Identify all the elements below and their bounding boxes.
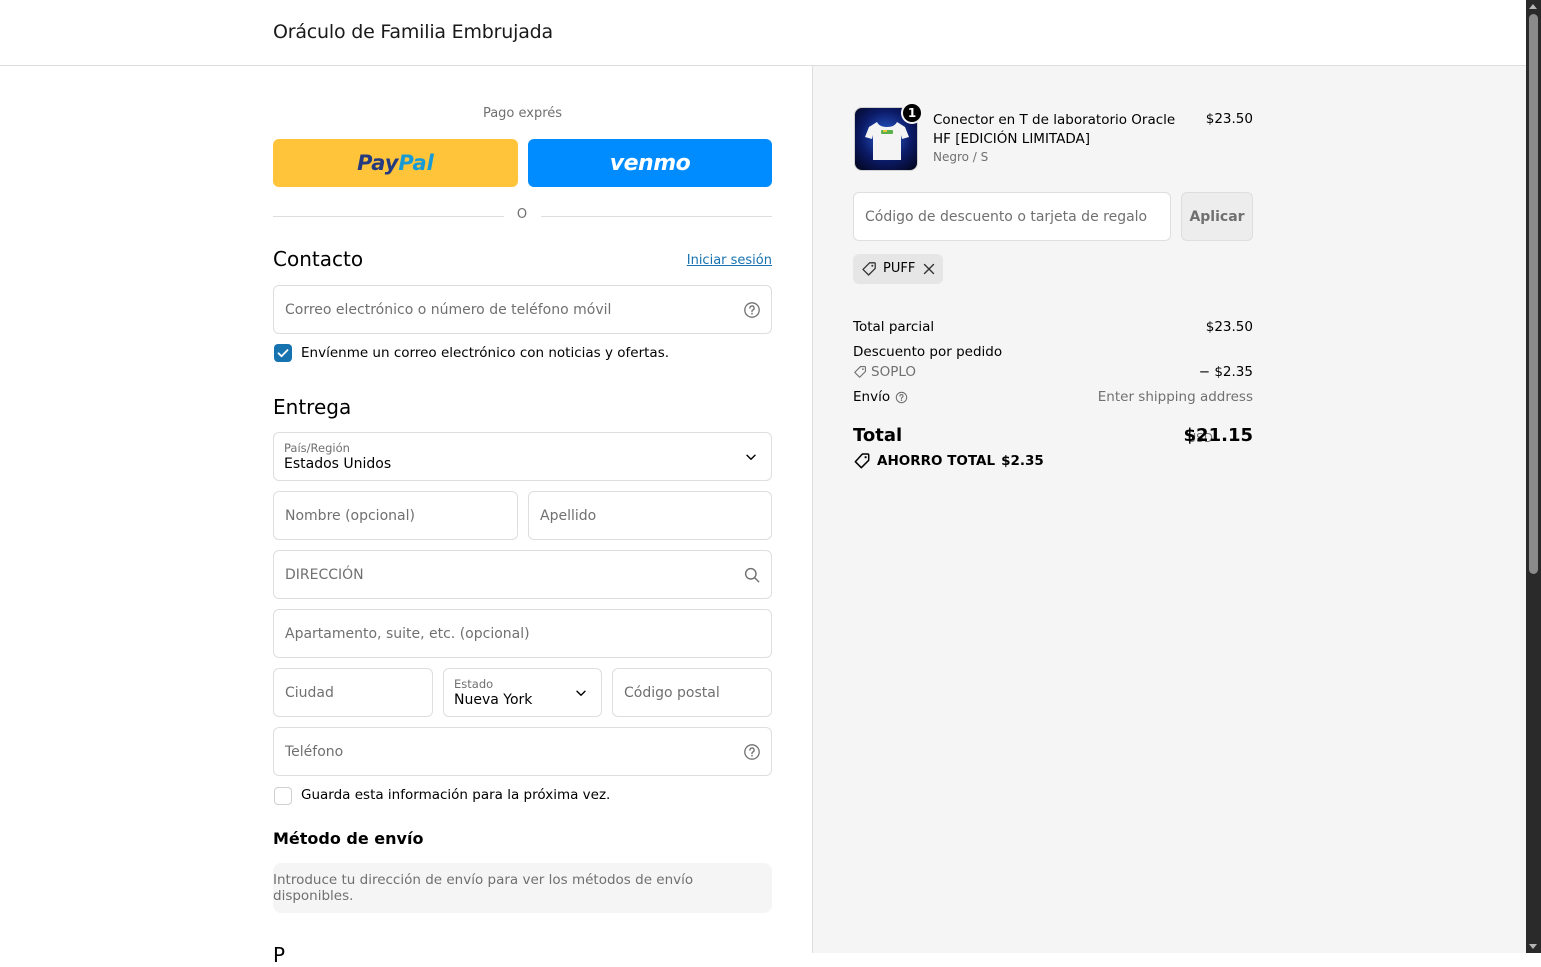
order-discount-value: − $2.35 (1198, 364, 1253, 380)
apartment-field[interactable]: Apartamento, suite, etc. (opcional) (273, 609, 772, 658)
chevron-down-icon (746, 454, 756, 460)
last-name-field[interactable]: Apellido (528, 491, 772, 540)
country-value: Estados Unidos (284, 456, 392, 472)
phone-field[interactable]: Teléfono (273, 727, 772, 776)
divider-left (273, 216, 504, 217)
apply-discount-button[interactable]: Aplicar (1181, 192, 1253, 241)
paypal-button[interactable]: Pay Pal (273, 139, 518, 187)
first-name-placeholder: Nombre (opcional) (285, 507, 415, 524)
payment-title: P (273, 943, 286, 967)
shipping-method-notice: Introduce tu dirección de envío para ver… (273, 863, 772, 913)
save-info-label: Guarda esta información para la próxima … (301, 787, 611, 803)
email-field[interactable]: Correo electrónico o número de teléfono … (273, 285, 772, 334)
check-icon (277, 349, 289, 358)
contact-title: Contacto (273, 247, 364, 271)
scrollbar-thumb[interactable] (1529, 14, 1538, 574)
last-name-placeholder: Apellido (540, 507, 597, 524)
product-price: $23.50 (1205, 111, 1253, 127)
shipping-method-message: Introduce tu dirección de envío para ver… (273, 872, 694, 904)
divider-or: O (516, 207, 528, 222)
quantity-badge: 1 (901, 102, 923, 124)
zip-field[interactable]: Código postal (612, 668, 772, 717)
shipping-method-title: Método de envío (273, 829, 424, 848)
paypal-logo-part1: Pay (357, 151, 399, 175)
divider-right (541, 216, 772, 217)
email-placeholder: Correo electrónico o número de teléfono … (285, 301, 612, 318)
close-icon[interactable] (923, 263, 935, 275)
delivery-title: Entrega (273, 395, 352, 419)
newsletter-label: Envíenme un correo electrónico con notic… (301, 345, 670, 361)
savings-label: AHORRO TOTAL (877, 453, 996, 469)
apply-label: Aplicar (1189, 208, 1245, 225)
applied-discount-chip: PUFF (853, 254, 943, 284)
search-icon (744, 567, 760, 582)
help-icon[interactable] (895, 391, 908, 404)
apartment-placeholder: Apartamento, suite, etc. (opcional) (285, 625, 530, 642)
state-value: Nueva York (454, 692, 533, 708)
order-discount-code: SOPLO (871, 364, 917, 380)
order-discount-code-row: SOPLO (853, 364, 916, 380)
zip-placeholder: Código postal (624, 684, 720, 701)
help-icon[interactable] (743, 743, 761, 761)
address-placeholder: DIRECCIÓN (285, 566, 364, 583)
product-variant: Negro / S (933, 150, 989, 164)
help-icon[interactable] (743, 301, 761, 319)
total-value: $21.15 (1183, 425, 1253, 446)
shipping-row: Envío (853, 389, 908, 405)
state-label: Estado (454, 677, 494, 691)
shipping-label: Envío (853, 389, 891, 405)
express-checkout-label: Pago exprés (482, 106, 563, 121)
applied-code-label: PUFF (883, 261, 916, 276)
newsletter-checkbox[interactable] (274, 344, 292, 362)
scroll-up-arrow[interactable] (1529, 4, 1537, 9)
shipping-value: Enter shipping address (1097, 389, 1253, 405)
state-select[interactable]: Estado Nueva York (443, 668, 602, 717)
tag-icon (854, 366, 866, 378)
total-label: Total (853, 425, 903, 446)
product-name: Conector en T de laboratorio Oracle HF [… (933, 112, 1176, 147)
venmo-logo: venmo (609, 150, 691, 176)
order-discount-label: Descuento por pedido (853, 344, 1003, 360)
discount-placeholder: Código de descuento o tarjeta de regalo (865, 208, 1148, 225)
address-field[interactable]: DIRECCIÓN (273, 550, 772, 599)
total-savings: AHORRO TOTAL $2.35 (853, 452, 1044, 470)
tag-icon (862, 262, 876, 276)
country-label: País/Región (284, 441, 350, 455)
subtotal-label: Total parcial (853, 319, 935, 335)
city-field[interactable]: Ciudad (273, 668, 433, 717)
login-link[interactable]: Iniciar sesión (687, 253, 772, 268)
country-select[interactable]: País/Región Estados Unidos (273, 432, 772, 481)
phone-placeholder: Teléfono (285, 743, 344, 760)
store-title[interactable]: Oráculo de Familia Embrujada (273, 21, 553, 43)
city-placeholder: Ciudad (285, 684, 334, 701)
venmo-button[interactable]: venmo (528, 139, 772, 187)
scroll-down-arrow[interactable] (1529, 944, 1537, 949)
paypal-logo-part2: Pal (398, 151, 434, 175)
header: Oráculo de Familia Embrujada (0, 0, 1526, 66)
discount-code-input[interactable]: Código de descuento o tarjeta de regalo (853, 192, 1171, 241)
subtotal-value: $23.50 (1205, 319, 1253, 335)
savings-tag-icon (854, 453, 870, 469)
scrollbar[interactable] (1526, 0, 1541, 953)
first-name-field[interactable]: Nombre (opcional) (273, 491, 518, 540)
chevron-down-icon (576, 690, 586, 696)
savings-value: $2.35 (1001, 453, 1044, 469)
save-info-checkbox[interactable] (274, 787, 292, 805)
